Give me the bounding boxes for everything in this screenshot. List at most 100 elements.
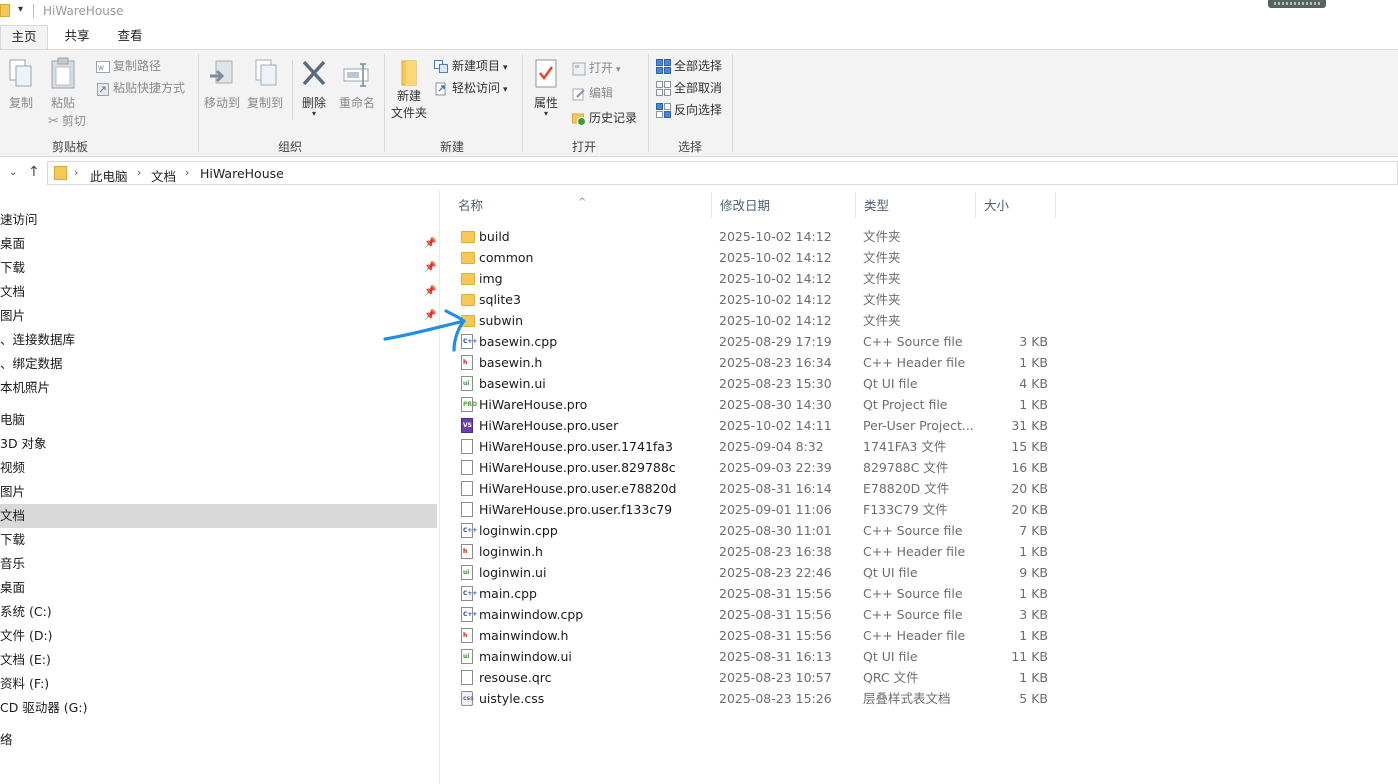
nav-item-drive-d[interactable]: 文件 (D:) <box>0 624 437 648</box>
column-divider[interactable] <box>1055 192 1056 218</box>
group-divider <box>732 54 733 152</box>
navigation-pane: 速访问 桌面 📌 下载 📌 文档 📌 图片 📌 、连接数据库 、绑定数据 本机照片 电脑 3D 对象 视频图… <box>0 196 438 784</box>
breadcrumb-this-pc[interactable]: 此电脑 <box>90 166 128 185</box>
file-size: 4 KB <box>1019 376 1048 391</box>
address-box[interactable]: › 此电脑 › 文档 › HiWareHouse <box>47 161 1398 185</box>
nav-item-drive-f[interactable]: 资料 (F:) <box>0 672 437 696</box>
nav-item-drive-g[interactable]: CD 驱动器 (G:) <box>0 696 437 720</box>
open-button[interactable]: 打开 ▾ <box>572 59 621 76</box>
file-row[interactable]: C++ main.cpp 2025-08-31 15:56 C++ Source fi… <box>450 583 1070 604</box>
paste-shortcut-button[interactable]: 粘贴快捷方式 <box>96 79 185 96</box>
file-row[interactable]: HiWareHouse.pro.user.829788c 2025-09-03 2… <box>450 457 1070 478</box>
delete-x-icon <box>302 60 326 86</box>
tab-share[interactable]: 共享 <box>54 25 100 49</box>
breadcrumb-chevron-icon[interactable]: › <box>74 166 78 179</box>
file-row[interactable]: sqlite3 2025-10-02 14:12 文件夹 <box>450 289 1070 310</box>
nav-item-desktop[interactable]: 桌面 <box>0 576 437 600</box>
copy-button[interactable]: 复制 <box>6 58 36 111</box>
file-row[interactable]: HiWareHouse.pro.user.f133c79 2025-09-01 1… <box>450 499 1070 520</box>
nav-item-downloads[interactable]: 下载 <box>0 528 437 552</box>
nav-item-quick-local-photos[interactable]: 本机照片 <box>0 376 437 400</box>
nav-item-quick-connect-db[interactable]: 、连接数据库 <box>0 328 437 352</box>
file-row[interactable]: h loginwin.h 2025-08-23 16:38 C++ Header fi… <box>450 541 1070 562</box>
nav-item-label: 图片 <box>0 308 26 323</box>
file-date: 2025-10-02 14:12 <box>719 271 832 286</box>
folder-icon[interactable] <box>0 4 10 17</box>
file-row[interactable]: h mainwindow.h 2025-08-31 15:56 C++ Header … <box>450 625 1070 646</box>
nav-item-3d-objects[interactable]: 3D 对象 <box>0 432 437 456</box>
nav-item-pictures[interactable]: 图片 <box>0 480 437 504</box>
nav-item-quick-desktop[interactable]: 桌面 📌 <box>0 232 437 256</box>
select-all-button[interactable]: 全部选择 <box>656 57 722 74</box>
tab-view[interactable]: 查看 <box>106 25 154 49</box>
column-header-type[interactable]: 类型 <box>856 190 976 221</box>
file-name: HiWareHouse.pro.user <box>479 418 619 433</box>
nav-item-quick-pictures[interactable]: 图片 📌 <box>0 304 437 328</box>
quick-access-dropdown-icon[interactable]: ▾ <box>18 4 23 15</box>
nav-item-label: 资料 (F:) <box>0 676 50 691</box>
file-row[interactable]: C++ loginwin.cpp 2025-08-30 11:01 C++ Sourc… <box>450 520 1070 541</box>
up-arrow-icon[interactable]: ↑ <box>28 164 40 180</box>
nav-item-this-pc[interactable]: 电脑 <box>0 408 437 432</box>
ribbon: 复制 粘贴 W 复制路径 粘贴快捷方式 ✂ 剪切 剪贴板 移动到 复制到 删除 ▾ … <box>0 49 1398 157</box>
pin-icon[interactable]: 📌 <box>424 256 436 280</box>
nav-item-quick-access[interactable]: 速访问 <box>0 208 437 232</box>
nav-item-network[interactable]: 络 <box>0 728 437 752</box>
nav-item-label: 下载 <box>0 532 26 547</box>
file-row[interactable]: C++ mainwindow.cpp 2025-08-31 15:56 C++ Sou… <box>450 604 1070 625</box>
file-name: mainwindow.cpp <box>479 607 584 622</box>
paste-button[interactable]: 粘贴 <box>46 56 80 111</box>
pin-icon[interactable]: 📌 <box>424 232 436 256</box>
history-button[interactable]: 历史记录 <box>572 109 637 126</box>
delete-button[interactable]: 删除 ▾ <box>297 58 331 118</box>
copy-to-button[interactable]: 复制到 <box>245 58 285 111</box>
select-none-button[interactable]: 全部取消 <box>656 79 722 96</box>
breadcrumb-documents[interactable]: 文档 <box>151 166 176 185</box>
file-row[interactable]: common 2025-10-02 14:12 文件夹 <box>450 247 1070 268</box>
move-to-button[interactable]: 移动到 <box>203 58 241 111</box>
network-meter <box>1268 0 1326 8</box>
new-folder-button[interactable]: 新建 文件夹 <box>389 58 429 122</box>
properties-button[interactable]: 属性 ▾ <box>530 58 562 118</box>
nav-item-drive-c[interactable]: 系统 (C:) <box>0 600 437 624</box>
file-row[interactable]: HiWareHouse.pro.user.e78820d 2025-08-31 1… <box>450 478 1070 499</box>
pane-divider[interactable] <box>439 190 440 784</box>
column-header-size[interactable]: 大小 <box>976 190 1056 221</box>
edit-button[interactable]: 编辑 <box>572 84 613 101</box>
new-item-button[interactable]: 新建项目 ▾ <box>434 57 508 74</box>
breadcrumb-hiwarehouse[interactable]: HiWareHouse <box>200 166 284 181</box>
file-row[interactable]: VS HiWareHouse.pro.user 2025-10-02 14:11 Pe… <box>450 415 1070 436</box>
rename-button[interactable]: 重命名 <box>336 58 378 111</box>
breadcrumb-chevron-icon[interactable]: › <box>185 166 189 179</box>
invert-selection-button[interactable]: 反向选择 <box>656 101 722 118</box>
easy-access-button[interactable]: 轻松访问 ▾ <box>434 79 508 96</box>
pin-icon[interactable]: 📌 <box>424 280 436 304</box>
nav-item-music[interactable]: 音乐 <box>0 552 437 576</box>
nav-item-videos[interactable]: 视频 <box>0 456 437 480</box>
file-row[interactable]: css uistyle.css 2025-08-23 15:26 层叠样式表文档 5 K… <box>450 688 1070 709</box>
nav-item-quick-bind-data[interactable]: 、绑定数据 <box>0 352 437 376</box>
file-row[interactable]: h basewin.h 2025-08-23 16:34 C++ Header fil… <box>450 352 1070 373</box>
file-row[interactable]: resouse.qrc 2025-08-23 10:57 QRC 文件 1 KB <box>450 667 1070 688</box>
nav-item-quick-documents[interactable]: 文档 📌 <box>0 280 437 304</box>
nav-item-quick-downloads[interactable]: 下载 📌 <box>0 256 437 280</box>
nav-item-documents[interactable]: 文档 <box>0 504 437 528</box>
nav-item-drive-e[interactable]: 文档 (E:) <box>0 648 437 672</box>
cut-button[interactable]: ✂ 剪切 <box>48 112 86 129</box>
tab-home[interactable]: 主页 <box>0 25 48 49</box>
file-row[interactable]: ui mainwindow.ui 2025-08-31 16:13 Qt UI fil… <box>450 646 1070 667</box>
file-row[interactable]: C++ basewin.cpp 2025-08-29 17:19 C++ Source… <box>450 331 1070 352</box>
file-row[interactable]: build 2025-10-02 14:12 文件夹 <box>450 226 1070 247</box>
file-row[interactable]: ui basewin.ui 2025-08-23 15:30 Qt UI file 4 … <box>450 373 1070 394</box>
column-header-name[interactable]: ^ 名称 <box>450 190 712 221</box>
recent-locations-chevron-icon[interactable]: ⌄ <box>9 167 17 178</box>
copy-path-button[interactable]: W 复制路径 <box>96 57 161 74</box>
file-row[interactable]: img 2025-10-02 14:12 文件夹 <box>450 268 1070 289</box>
file-row[interactable]: subwin 2025-10-02 14:12 文件夹 <box>450 310 1070 331</box>
file-row[interactable]: ui loginwin.ui 2025-08-23 22:46 Qt UI file 9… <box>450 562 1070 583</box>
file-type: C++ Source file <box>863 586 963 601</box>
file-row[interactable]: HiWareHouse.pro.user.1741fa3 2025-09-04 8… <box>450 436 1070 457</box>
column-header-date[interactable]: 修改日期 <box>712 190 856 221</box>
breadcrumb-chevron-icon[interactable]: › <box>137 166 141 179</box>
file-row[interactable]: PRO HiWareHouse.pro 2025-08-30 14:30 Qt Pro… <box>450 394 1070 415</box>
